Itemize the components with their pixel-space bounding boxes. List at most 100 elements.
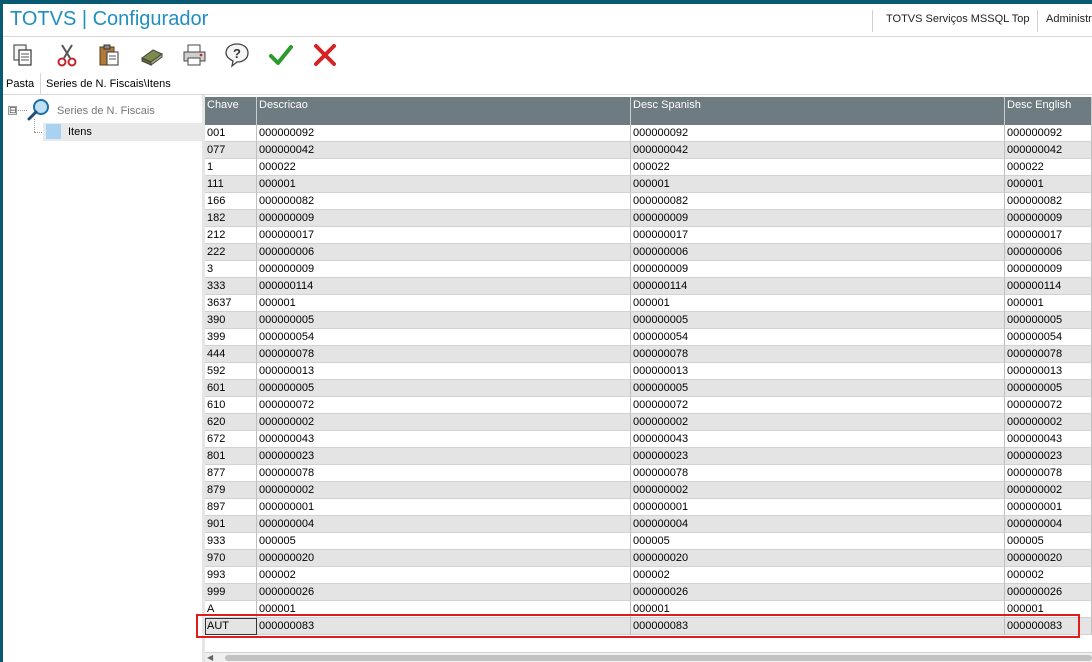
cell-descricao[interactable]: 000000001 xyxy=(257,499,631,516)
cell-descricao[interactable]: 000000114 xyxy=(257,278,631,295)
cell-descricao[interactable]: 000000078 xyxy=(257,346,631,363)
cell-chave[interactable]: 592 xyxy=(205,363,257,380)
cell-desc-spanish[interactable]: 000001 xyxy=(631,295,1005,312)
cell-chave[interactable]: 3637 xyxy=(205,295,257,312)
cell-desc-english[interactable]: 000000006 xyxy=(1005,244,1092,261)
cell-desc-spanish[interactable]: 000001 xyxy=(631,601,1005,618)
table-row[interactable]: A 000001 000001 000001 xyxy=(205,601,1092,618)
cell-desc-english[interactable]: 000000005 xyxy=(1005,312,1092,329)
cell-desc-spanish[interactable]: 000000017 xyxy=(631,227,1005,244)
cell-chave[interactable]: 801 xyxy=(205,448,257,465)
cell-chave[interactable]: AUT xyxy=(205,618,257,635)
cut-button[interactable] xyxy=(51,39,83,71)
cell-chave[interactable]: 222 xyxy=(205,244,257,261)
table-row[interactable]: 610 000000072 000000072 000000072 xyxy=(205,397,1092,414)
cell-chave[interactable]: 390 xyxy=(205,312,257,329)
cell-desc-spanish[interactable]: 000000026 xyxy=(631,584,1005,601)
cell-chave[interactable]: 993 xyxy=(205,567,257,584)
cell-desc-english[interactable]: 000002 xyxy=(1005,567,1092,584)
cell-desc-spanish[interactable]: 000005 xyxy=(631,533,1005,550)
cell-desc-spanish[interactable]: 000000009 xyxy=(631,261,1005,278)
cell-chave[interactable]: 3 xyxy=(205,261,257,278)
cell-desc-english[interactable]: 000000002 xyxy=(1005,482,1092,499)
cell-chave[interactable]: 620 xyxy=(205,414,257,431)
cell-chave[interactable]: 444 xyxy=(205,346,257,363)
cell-desc-spanish[interactable]: 000000006 xyxy=(631,244,1005,261)
table-row[interactable]: 222 000000006 000000006 000000006 xyxy=(205,244,1092,261)
table-row[interactable]: 212 000000017 000000017 000000017 xyxy=(205,227,1092,244)
cell-desc-spanish[interactable]: 000000072 xyxy=(631,397,1005,414)
cell-chave[interactable]: 610 xyxy=(205,397,257,414)
cell-descricao[interactable]: 000001 xyxy=(257,295,631,312)
cell-desc-english[interactable]: 000000114 xyxy=(1005,278,1092,295)
table-row[interactable]: 399 000000054 000000054 000000054 xyxy=(205,329,1092,346)
cell-desc-english[interactable]: 000000026 xyxy=(1005,584,1092,601)
cell-desc-english[interactable]: 000000072 xyxy=(1005,397,1092,414)
cell-descricao[interactable]: 000000078 xyxy=(257,465,631,482)
table-row[interactable]: 333 000000114 000000114 000000114 xyxy=(205,278,1092,295)
cell-descricao[interactable]: 000000017 xyxy=(257,227,631,244)
cell-descricao[interactable]: 000000009 xyxy=(257,210,631,227)
cell-descricao[interactable]: 000001 xyxy=(257,176,631,193)
cell-chave[interactable]: 399 xyxy=(205,329,257,346)
cell-chave[interactable]: 933 xyxy=(205,533,257,550)
cell-desc-english[interactable]: 000000042 xyxy=(1005,142,1092,159)
cell-descricao[interactable]: 000005 xyxy=(257,533,631,550)
cell-desc-spanish[interactable]: 000000002 xyxy=(631,414,1005,431)
table-row[interactable]: 182 000000009 000000009 000000009 xyxy=(205,210,1092,227)
cell-desc-english[interactable]: 000000082 xyxy=(1005,193,1092,210)
cell-desc-english[interactable]: 000000004 xyxy=(1005,516,1092,533)
cell-chave[interactable]: 166 xyxy=(205,193,257,210)
table-row[interactable]: 897 000000001 000000001 000000001 xyxy=(205,499,1092,516)
paste-button[interactable] xyxy=(93,39,125,71)
table-row[interactable]: 001 000000092 000000092 000000092 xyxy=(205,125,1092,142)
server-name[interactable]: TOTVS Serviços MSSQL Top xyxy=(886,13,1029,25)
cell-desc-english[interactable]: 000005 xyxy=(1005,533,1092,550)
cell-desc-english[interactable]: 000000023 xyxy=(1005,448,1092,465)
cell-desc-spanish[interactable]: 000022 xyxy=(631,159,1005,176)
table-row[interactable]: 166 000000082 000000082 000000082 xyxy=(205,193,1092,210)
cell-desc-spanish[interactable]: 000000043 xyxy=(631,431,1005,448)
table-row[interactable]: 3637 000001 000001 000001 xyxy=(205,295,1092,312)
table-row[interactable]: 3 000000009 000000009 000000009 xyxy=(205,261,1092,278)
cell-desc-spanish[interactable]: 000000020 xyxy=(631,550,1005,567)
cell-descricao[interactable]: 000000004 xyxy=(257,516,631,533)
cell-desc-spanish[interactable]: 000000005 xyxy=(631,380,1005,397)
cell-desc-spanish[interactable]: 000000009 xyxy=(631,210,1005,227)
cell-chave[interactable]: 970 xyxy=(205,550,257,567)
table-row[interactable]: 901 000000004 000000004 000000004 xyxy=(205,516,1092,533)
cell-chave[interactable]: 077 xyxy=(205,142,257,159)
cell-descricao[interactable]: 000002 xyxy=(257,567,631,584)
cell-desc-english[interactable]: 000000017 xyxy=(1005,227,1092,244)
cell-desc-spanish[interactable]: 000000002 xyxy=(631,482,1005,499)
cell-desc-english[interactable]: 000000078 xyxy=(1005,465,1092,482)
cell-desc-english[interactable]: 000001 xyxy=(1005,601,1092,618)
cell-desc-spanish[interactable]: 000000042 xyxy=(631,142,1005,159)
cell-desc-spanish[interactable]: 000000013 xyxy=(631,363,1005,380)
cell-descricao[interactable]: 000000042 xyxy=(257,142,631,159)
column-header-desc-spanish[interactable]: Desc Spanish xyxy=(631,97,1005,125)
cell-desc-spanish[interactable]: 000000078 xyxy=(631,346,1005,363)
table-row[interactable]: 993 000002 000002 000002 xyxy=(205,567,1092,584)
cell-desc-english[interactable]: 000000078 xyxy=(1005,346,1092,363)
cell-chave[interactable]: 897 xyxy=(205,499,257,516)
cell-desc-english[interactable]: 000000083 xyxy=(1005,618,1092,635)
scroll-thumb[interactable] xyxy=(225,655,1092,661)
table-row[interactable]: 592 000000013 000000013 000000013 xyxy=(205,363,1092,380)
cell-desc-spanish[interactable]: 000000001 xyxy=(631,499,1005,516)
cell-descricao[interactable]: 000000002 xyxy=(257,414,631,431)
table-row[interactable]: 111 000001 000001 000001 xyxy=(205,176,1092,193)
cell-chave[interactable]: 001 xyxy=(205,125,257,142)
cell-desc-english[interactable]: 000000054 xyxy=(1005,329,1092,346)
cell-desc-english[interactable]: 000000013 xyxy=(1005,363,1092,380)
cell-chave[interactable]: A xyxy=(205,601,257,618)
cell-desc-english[interactable]: 000000020 xyxy=(1005,550,1092,567)
cell-descricao[interactable]: 000000013 xyxy=(257,363,631,380)
cell-chave[interactable]: 879 xyxy=(205,482,257,499)
cell-desc-english[interactable]: 000022 xyxy=(1005,159,1092,176)
table-row[interactable]: 1 000022 000022 000022 xyxy=(205,159,1092,176)
table-row[interactable]: 390 000000005 000000005 000000005 xyxy=(205,312,1092,329)
cell-chave[interactable]: 601 xyxy=(205,380,257,397)
cell-chave[interactable]: 212 xyxy=(205,227,257,244)
cell-desc-english[interactable]: 000000002 xyxy=(1005,414,1092,431)
